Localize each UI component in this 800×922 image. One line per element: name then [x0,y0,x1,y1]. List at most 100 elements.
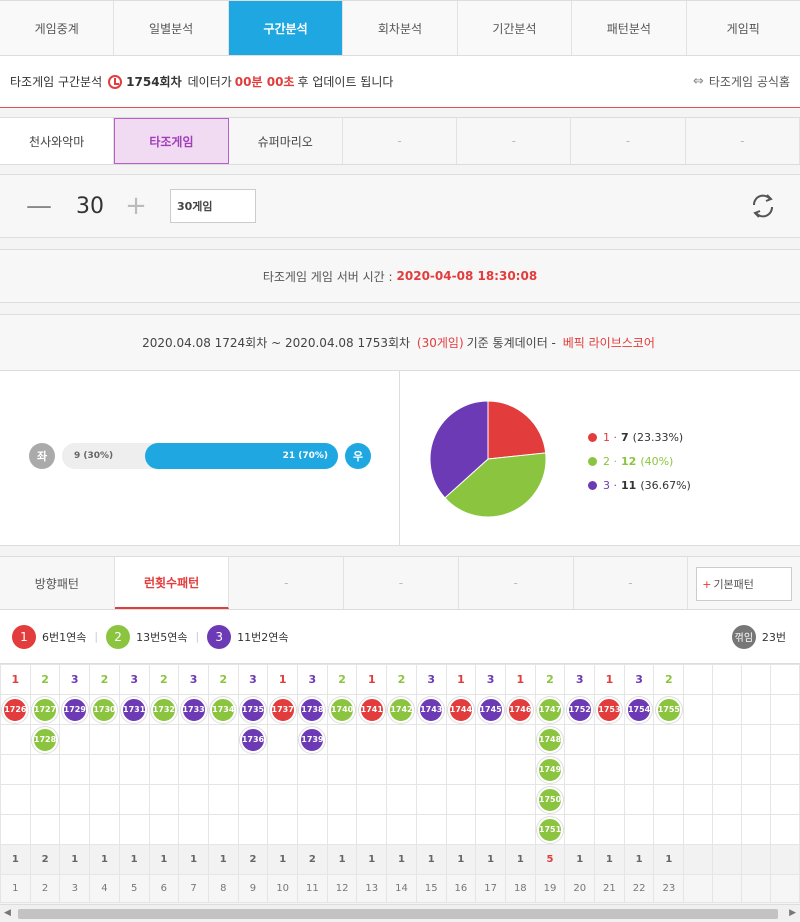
column-index-cell: 13 [356,874,388,903]
grid-header-cell: 2 [653,664,685,695]
scroll-right-icon[interactable]: ▶ [789,908,796,918]
grid-cell [475,784,506,815]
grid-cell [386,724,417,755]
grid-cell: 1753 [594,694,625,725]
column-index-cell: 15 [415,874,447,903]
pie-chart [429,400,547,518]
round-ball: 1731 [121,696,148,723]
stats-panel: 2020.04.08 1724회차 ~ 2020.04.08 1753회차 (3… [0,314,800,546]
grid-cell [356,814,388,845]
column-index-cell: 8 [207,874,239,903]
grid-cell [504,784,536,815]
run-count-cell: 1 [415,844,447,875]
grid-header-cell [769,664,800,695]
tab-5[interactable]: 기간분석 [457,1,573,55]
grid-cell [356,784,388,815]
grid-cell [623,724,655,755]
game-count-value: 30 [76,193,104,219]
grid-cell [89,724,120,755]
right-value: 21 (70%) [282,451,328,461]
grid-cell: 1750 [534,784,566,815]
stats-brand: 베픽 라이브스코어 [562,336,655,350]
game-tab-2[interactable]: 타조게임 [114,118,229,164]
grid-cell [415,724,447,755]
grid-cell [683,784,714,815]
legend-item-3: 3 · 11 (36.67%) [588,473,691,497]
round-ball: 1744 [447,696,474,723]
minus-button[interactable]: — [26,191,52,221]
grid-cell [769,724,800,755]
tab-4[interactable]: 회차분석 [343,1,458,55]
grid-cell [504,814,536,845]
game-tab-1[interactable]: 천사와악마 [0,118,115,164]
grid-header-cell: 1 [267,664,299,695]
grid-cell [653,784,685,815]
legend-dot [588,432,597,442]
game-tab-3[interactable]: 슈퍼마리오 [228,118,343,164]
grid-cell [475,814,506,845]
grid-cell [594,724,625,755]
number-badge: 2 [106,624,131,649]
round-ball: 1746 [507,696,534,723]
round-ball: 1726 [2,696,29,723]
column-index-cell: 22 [623,874,655,903]
run-count-cell: 1 [504,844,536,875]
grid-cell: 1735 [237,694,269,725]
run-count-cell: 2 [237,844,269,875]
run-count-cell: 1 [475,844,506,875]
grid-cell: 1727 [29,694,61,725]
game-count-selector: — 30 + 30게임 [0,174,800,238]
grid-cell: 1742 [386,694,417,725]
grid-cell [178,754,209,785]
grid-cell [237,754,269,785]
summary-text: 11번2연속 [237,630,289,644]
pattern-tab-1[interactable]: 방향패턴 [0,557,115,609]
grid-header-cell [683,664,714,695]
game-count-select[interactable]: 30게임 [170,189,256,223]
column-index-cell: 14 [386,874,417,903]
grid-cell [178,814,209,845]
column-index-cell [740,874,771,903]
grid-cell [0,814,31,845]
tab-6[interactable]: 패턴분석 [572,1,687,55]
grid-header-cell: 1 [356,664,388,695]
grid-cell: 1754 [623,694,655,725]
horizontal-scrollbar[interactable]: ◀ ▶ [0,904,800,922]
grid-header-cell [740,664,771,695]
basic-pattern-button[interactable]: + 기본패턴 [696,567,792,601]
grid-header-cell: 2 [534,664,566,695]
run-count-cell: 1 [653,844,685,875]
legend-percent: (23.33%) [632,430,684,444]
scroll-left-icon[interactable]: ◀ [4,908,11,918]
round-ball: 1749 [537,756,563,783]
plus-button[interactable]: + [124,191,148,221]
tab-3[interactable]: 구간분석 [228,1,344,55]
tab-7[interactable]: 게임픽 [686,1,800,55]
grid-cell [89,754,120,785]
grid-header-cell: 2 [326,664,358,695]
grid-cell: 1729 [59,694,91,725]
tab-1[interactable]: 게임중계 [0,1,115,55]
update-info-bar: 타조게임 구간분석 1754회차 데이터가 00분 00초 후 업데이트 됩니다… [0,56,800,108]
round-ball: 1740 [329,696,356,723]
grid-cell [297,814,328,845]
round-ball: 1748 [537,726,563,753]
grid-header-cell: 2 [89,664,120,695]
run-count-cell: 1 [623,844,655,875]
run-count-cell: 2 [297,844,328,875]
grid-cell: 1732 [148,694,180,725]
grid-cell [267,814,299,845]
pattern-tab-2[interactable]: 런횟수패턴 [114,557,230,609]
legend-value: 12 [621,454,637,468]
tab-2[interactable]: 일별분석 [114,1,229,55]
round-ball: 1745 [477,696,504,723]
grid-cell [769,694,800,725]
scrollbar-thumb[interactable] [18,909,778,919]
grid-cell: 1736 [237,724,269,755]
grid-cell [594,814,625,845]
legend-key: 3 · [603,478,617,492]
official-home-link[interactable]: ⇔ 타조게임 공식홈 [693,73,790,90]
grid-cell [59,724,91,755]
refresh-icon[interactable] [748,191,778,221]
grid-cell [297,754,328,785]
